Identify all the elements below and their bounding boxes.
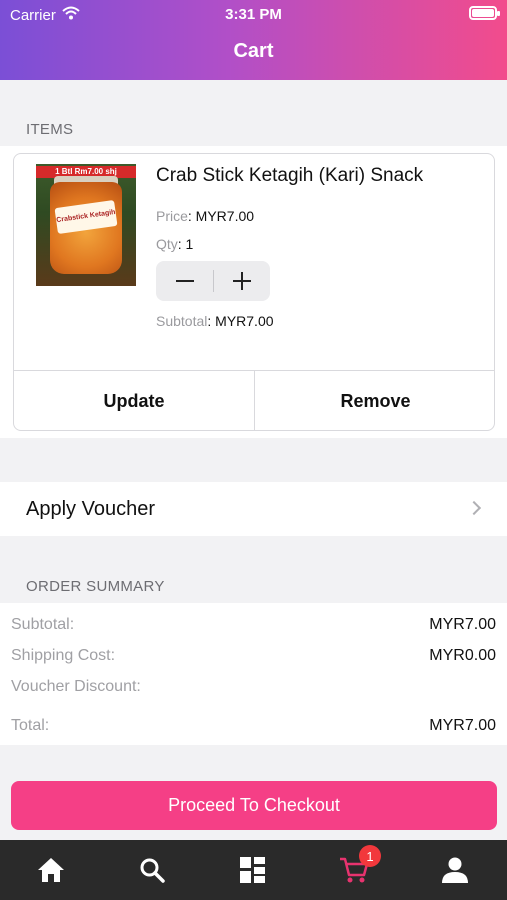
cart-badge: 1 (359, 845, 381, 867)
price-value: : MYR7.00 (187, 208, 255, 224)
update-button[interactable]: Update (14, 371, 255, 430)
cart-item-card: 1 Btl Rm7.00 shj Crabstick Ketagih Crab … (13, 153, 495, 431)
items-section-label: ITEMS (26, 121, 74, 138)
search-icon (140, 858, 165, 883)
price-label: Price (156, 208, 188, 224)
apply-voucher-row[interactable]: Apply Voucher (0, 482, 507, 536)
summary-key: Voucher Discount: (11, 678, 141, 695)
status-bar: Carrier 3:31 PM (0, 0, 507, 28)
summary-key: Total: (11, 717, 50, 734)
chevron-right-icon (466, 500, 482, 516)
summary-value: MYR0.00 (429, 647, 496, 664)
tab-categories[interactable] (202, 840, 303, 900)
remove-button[interactable]: Remove (255, 371, 494, 430)
tab-profile[interactable] (404, 840, 505, 900)
apply-voucher-label: Apply Voucher (26, 498, 155, 520)
tab-bar: 1 (0, 840, 507, 900)
home-icon (37, 858, 64, 882)
categories-icon (239, 857, 265, 883)
subtotal-label: Subtotal (156, 313, 208, 329)
order-summary-panel: Subtotal: MYR7.00 Shipping Cost: MYR0.00… (0, 603, 507, 745)
plus-icon (232, 272, 251, 290)
summary-key: Shipping Cost: (11, 647, 116, 664)
product-name: Crab Stick Ketagih (Kari) Snack (156, 165, 424, 186)
increment-button[interactable] (213, 261, 270, 301)
product-image[interactable]: 1 Btl Rm7.00 shj Crabstick Ketagih (36, 164, 136, 286)
summary-key: Subtotal: (11, 616, 75, 633)
profile-icon (441, 857, 468, 883)
qty-line: Qty: 1 (156, 236, 193, 252)
page-title: Cart (233, 40, 274, 62)
quantity-stepper (156, 261, 270, 301)
subtotal-value: : MYR7.00 (207, 313, 274, 329)
minus-icon (175, 280, 194, 282)
card-actions: Update Remove (14, 370, 494, 430)
items-panel: 1 Btl Rm7.00 shj Crabstick Ketagih Crab … (0, 146, 507, 438)
header: Carrier 3:31 PM Cart (0, 0, 507, 80)
qty-label: Qty (156, 236, 178, 252)
battery-icon (469, 6, 500, 20)
tab-search[interactable] (101, 840, 202, 900)
decrement-button[interactable] (156, 261, 213, 301)
tab-home[interactable] (0, 840, 101, 900)
qty-value: : 1 (177, 236, 194, 252)
subtotal-line: Subtotal: MYR7.00 (156, 313, 274, 329)
status-time: 3:31 PM (225, 6, 282, 23)
summary-value: MYR7.00 (429, 717, 496, 734)
tab-cart[interactable]: 1 (303, 840, 404, 900)
summary-value: MYR7.00 (429, 616, 496, 633)
order-summary-label: ORDER SUMMARY (26, 578, 165, 595)
proceed-to-checkout-button[interactable]: Proceed To Checkout (11, 781, 497, 830)
price-line: Price: MYR7.00 (156, 208, 254, 224)
